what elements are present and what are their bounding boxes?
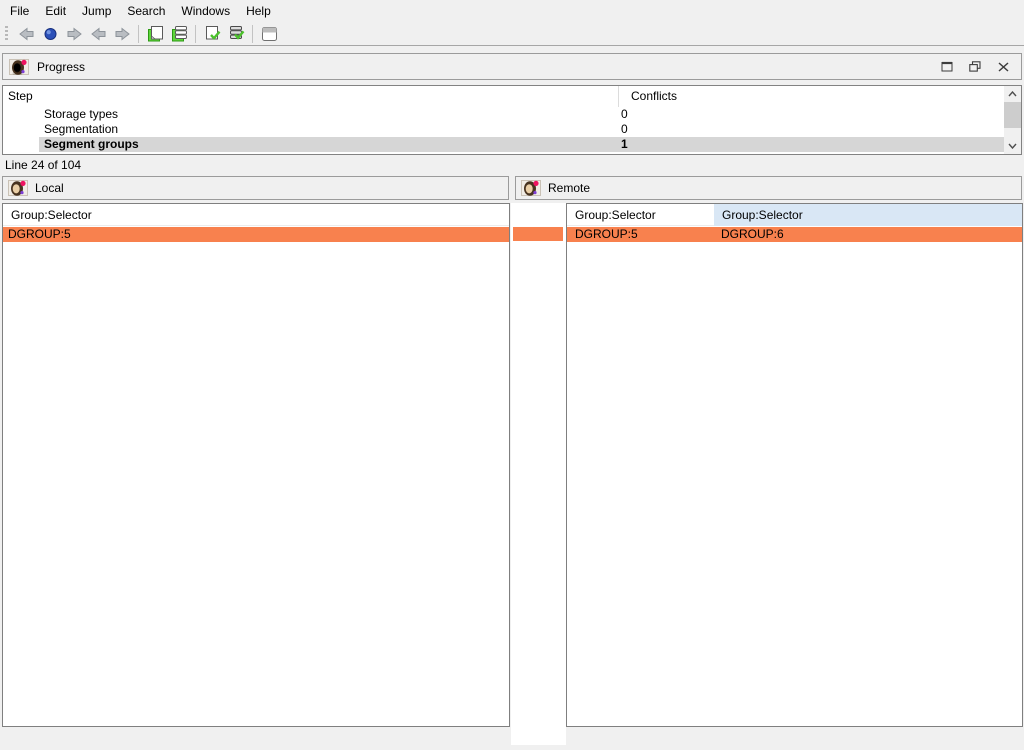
progress-window-titlebar: Progress: [2, 53, 1022, 80]
restore-button[interactable]: [966, 58, 984, 76]
table-scrollbar[interactable]: [1004, 86, 1021, 154]
table-row-segment-groups[interactable]: Segment groups 1: [3, 137, 1004, 152]
line-status-bar: Line 24 of 104: [0, 156, 1024, 175]
row-highlight: [39, 137, 1004, 152]
menu-search[interactable]: Search: [119, 1, 173, 21]
page-check-button[interactable]: [200, 23, 224, 44]
step-column-header[interactable]: Step: [8, 89, 33, 103]
forward-arrow-button[interactable]: [62, 23, 86, 44]
next-arrow-icon: [114, 26, 131, 42]
step-label: Storage types: [44, 107, 118, 122]
restore-icon: [969, 61, 981, 72]
stack-check-button[interactable]: [224, 23, 248, 44]
toolbar-separator: [252, 25, 253, 43]
progress-table: Step Conflicts Storage types 0 Segmentat…: [2, 85, 1022, 155]
remote-column-header-group-selector-1[interactable]: Group:Selector: [567, 204, 714, 226]
conflicts-value: 0: [621, 107, 628, 122]
local-conflict-row[interactable]: DGROUP:5: [3, 227, 509, 242]
local-column-header-group-selector[interactable]: Group:Selector: [3, 204, 509, 226]
close-button[interactable]: [994, 58, 1012, 76]
diff-gutter: [511, 203, 566, 745]
back-arrow-icon: [18, 26, 35, 42]
green-stack-button[interactable]: [167, 23, 191, 44]
window-button[interactable]: [257, 23, 281, 44]
remote-cell-dgroup6: DGROUP:6: [714, 227, 1022, 242]
step-label: Segment groups: [44, 137, 139, 152]
next-arrow-button[interactable]: [110, 23, 134, 44]
row-highlight: [39, 122, 1004, 137]
app-portrait-icon: [521, 180, 541, 196]
blue-dot-icon: [42, 26, 59, 42]
local-panel-title: Local: [35, 181, 64, 195]
green-page-icon: [147, 26, 164, 42]
scroll-up-button[interactable]: [1004, 86, 1021, 102]
remote-cell-dgroup5: DGROUP:5: [567, 227, 714, 242]
progress-table-body: Step Conflicts Storage types 0 Segmentat…: [3, 86, 1004, 154]
close-icon: [998, 62, 1009, 72]
previous-arrow-button[interactable]: [86, 23, 110, 44]
local-grid-header-row: Group:Selector: [3, 204, 509, 226]
step-label: Segmentation: [44, 122, 118, 137]
conflict-marker-block: [513, 227, 563, 241]
remote-conflict-row[interactable]: DGROUP:5 DGROUP:6: [567, 227, 1022, 242]
line-status-text: Line 24 of 104: [5, 158, 81, 172]
window-icon: [261, 26, 278, 42]
column-divider: [618, 86, 619, 107]
toolbar-grip-handle[interactable]: [5, 26, 8, 42]
scroll-down-button[interactable]: [1004, 138, 1021, 154]
row-highlight: [39, 107, 1004, 122]
menu-windows[interactable]: Windows: [173, 1, 238, 21]
maximize-button[interactable]: [938, 58, 956, 76]
menu-help[interactable]: Help: [238, 1, 279, 21]
conflicts-value: 0: [621, 122, 628, 137]
remote-grid-header-row: Group:Selector Group:Selector: [567, 204, 1022, 226]
table-row-storage-types[interactable]: Storage types 0: [3, 107, 1004, 122]
remote-panel-header: Remote: [515, 176, 1022, 200]
forward-arrow-icon: [66, 26, 83, 42]
conflicts-value: 1: [621, 137, 628, 152]
previous-arrow-icon: [90, 26, 107, 42]
toolbar: [0, 22, 1024, 46]
progress-window-title: Progress: [37, 60, 85, 74]
local-cell-dgroup5: DGROUP:5: [3, 227, 509, 242]
menu-jump[interactable]: Jump: [74, 1, 119, 21]
maximize-icon: [941, 61, 953, 72]
window-controls: [938, 58, 1021, 76]
toolbar-separator: [195, 25, 196, 43]
local-grid: Group:Selector DGROUP:5: [2, 203, 510, 727]
toolbar-separator: [138, 25, 139, 43]
app-portrait-icon: [8, 180, 28, 196]
app-portrait-icon: [9, 59, 29, 75]
scrollbar-thumb[interactable]: [1004, 102, 1021, 128]
chevron-up-icon: [1008, 91, 1017, 97]
table-row-segmentation[interactable]: Segmentation 0: [3, 122, 1004, 137]
back-arrow-button[interactable]: [14, 23, 38, 44]
current-position-button[interactable]: [38, 23, 62, 44]
page-check-icon: [204, 26, 221, 42]
menu-edit[interactable]: Edit: [37, 1, 74, 21]
local-panel-header: Local: [2, 176, 509, 200]
menu-bar: File Edit Jump Search Windows Help: [0, 0, 1024, 22]
stack-check-icon: [228, 26, 245, 42]
remote-grid: Group:Selector Group:Selector DGROUP:5 D…: [566, 203, 1023, 727]
chevron-down-icon: [1008, 143, 1017, 149]
conflicts-column-header[interactable]: Conflicts: [631, 89, 677, 103]
green-page-button[interactable]: [143, 23, 167, 44]
green-stack-icon: [171, 26, 188, 42]
remote-column-header-group-selector-2[interactable]: Group:Selector: [714, 204, 1022, 226]
menu-file[interactable]: File: [2, 1, 37, 21]
remote-panel-title: Remote: [548, 181, 590, 195]
